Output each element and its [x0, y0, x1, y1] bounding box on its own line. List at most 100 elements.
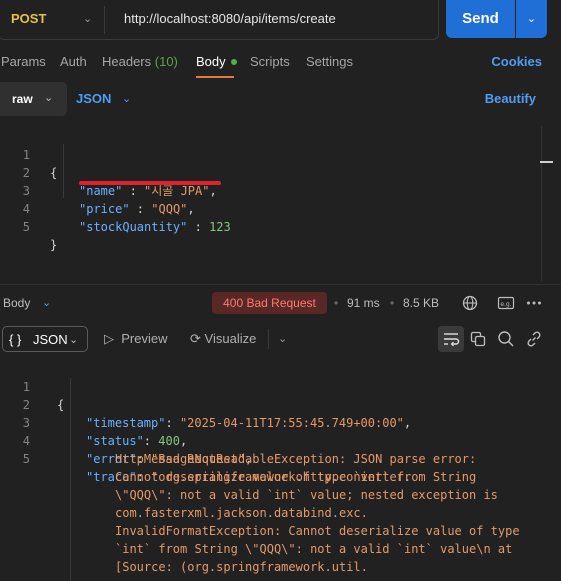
cookies-link[interactable]: Cookies	[491, 54, 542, 69]
svg-text:e.g.: e.g.	[500, 301, 511, 308]
link-icon[interactable]	[524, 329, 544, 349]
tab-scripts[interactable]: Scripts	[250, 54, 290, 69]
modified-dot-icon	[230, 58, 237, 65]
chevron-down-icon[interactable]: ⌄	[122, 92, 131, 105]
url-input[interactable]: http://localhost:8080/api/items/create	[124, 11, 336, 26]
code-line: 2 "name" : "시골 JPA",	[0, 146, 217, 198]
trace-continuation-line: \"QQQ\": not a valid `int` value; nested…	[115, 488, 498, 502]
language-select[interactable]: JSON	[76, 91, 111, 106]
response-toolbar: { } JSON ⌄ ▷ Preview ⟳ Visualize ⌄	[0, 326, 561, 352]
trace-continuation-line: Cannot deserialize value of type `int` f…	[115, 470, 477, 484]
brace-close: }	[50, 238, 58, 252]
body-mode-select[interactable]: raw ⌄	[0, 82, 67, 116]
network-globe-icon[interactable]	[460, 293, 480, 313]
play-icon: ▷	[104, 331, 114, 346]
code-line: 3 "price" : "QQQ",	[0, 164, 195, 216]
preview-button[interactable]: ▷ Preview	[104, 331, 167, 347]
response-time[interactable]: 91 ms	[347, 296, 380, 310]
code-line: 4 "stockQuantity" : 123	[0, 182, 231, 234]
tab-body[interactable]: Body	[196, 54, 237, 69]
json-separator: :	[165, 416, 180, 430]
preview-label: Preview	[121, 331, 168, 346]
response-format-label: JSON	[33, 332, 68, 347]
tab-headers[interactable]: Headers (10)	[102, 54, 178, 69]
response-header: Body ⌄ 400 Bad Request • 91 ms • 8.5 KB …	[0, 292, 561, 314]
json-separator: :	[187, 220, 210, 234]
send-button[interactable]: Send	[446, 0, 515, 38]
indent-guide	[70, 378, 71, 581]
headers-count: (10)	[154, 54, 178, 69]
brace-open: {	[50, 166, 58, 180]
pane-divider[interactable]	[0, 284, 561, 285]
save-example-icon[interactable]: e.g.	[496, 293, 516, 313]
json-comma: ,	[187, 202, 195, 216]
trace-continuation-line: InvalidFormatException: Cannot deseriali…	[115, 524, 520, 538]
method-select[interactable]: POST	[11, 11, 46, 26]
tab-headers-label: Headers	[102, 54, 152, 69]
chevron-down-icon[interactable]: ⌄	[42, 296, 51, 309]
request-body-editor[interactable]: 1 { 2 "name" : "시골 JPA", 3 "price" : "QQ…	[0, 126, 555, 281]
visualize-label: Visualize	[204, 331, 257, 346]
json-comma: ,	[403, 416, 412, 430]
more-options-icon[interactable]	[524, 293, 544, 313]
response-tab-label[interactable]: Body	[3, 296, 30, 310]
code-line: 4 "error": "Bad Request",	[0, 414, 252, 466]
chevron-down-icon[interactable]: ⌄	[278, 332, 287, 345]
brace-open: {	[57, 398, 65, 412]
visualize-button[interactable]: ⟳ Visualize	[190, 331, 256, 347]
code-line: 5 }	[0, 200, 57, 252]
code-line: 3 "status": 400,	[0, 396, 187, 448]
code-line: 1 {	[0, 360, 64, 412]
code-line: 1 {	[0, 128, 57, 180]
separator-dot: •	[334, 296, 339, 310]
response-body[interactable]: 1 { 2 "timestamp": "2025-04-11T17:55:45.…	[0, 360, 561, 581]
divider	[268, 329, 269, 349]
code-content: "stockQuantity" : 123	[79, 218, 231, 236]
trace-continuation-line: [Source: (org.springframework.util.	[115, 560, 368, 574]
tab-body-label: Body	[196, 54, 226, 69]
json-value: "시골 JPA"	[144, 184, 210, 198]
status-badge[interactable]: 400 Bad Request	[212, 292, 327, 314]
code-line: 5 "trace": "org.springframework.http.con…	[0, 432, 411, 484]
braces-icon: { }	[9, 332, 22, 347]
send-options-chevron-icon[interactable]: ⌄	[516, 0, 547, 38]
json-separator: :	[143, 434, 159, 448]
json-value: "2025-04-11T17:55:45.749+00:00"	[179, 416, 404, 430]
json-separator: :	[129, 202, 152, 216]
active-tab-indicator	[196, 76, 234, 78]
visualize-icon: ⟳	[190, 331, 201, 346]
tab-settings[interactable]: Settings	[306, 54, 353, 69]
error-underline	[79, 181, 221, 185]
beautify-button[interactable]: Beautify	[485, 91, 536, 106]
search-icon[interactable]	[496, 329, 516, 349]
json-separator: :	[122, 184, 145, 198]
json-value: "QQQ"	[151, 202, 188, 216]
code-content: "price" : "QQQ",	[79, 200, 195, 218]
response-size[interactable]: 8.5 KB	[403, 296, 439, 310]
trace-continuation-line: com.fasterxml.jackson.databind.exc.	[115, 506, 368, 520]
chevron-down-icon: ⌄	[44, 92, 54, 104]
trace-continuation-line: HttpMessageNotReadableException: JSON pa…	[115, 452, 477, 466]
tab-auth[interactable]: Auth	[60, 54, 87, 69]
code-content: "timestamp": "2025-04-11T17:55:45.749+00…	[86, 414, 411, 432]
json-comma: ,	[209, 184, 217, 198]
editor-scrollbar[interactable]	[541, 126, 555, 281]
response-format-select[interactable]: { } JSON ⌄	[2, 326, 88, 352]
divider	[104, 6, 105, 34]
json-key: "name"	[79, 184, 123, 198]
json-key: "stockQuantity"	[79, 220, 188, 234]
chevron-down-icon: ⌄	[69, 334, 79, 346]
body-mode-label: raw	[12, 92, 33, 106]
wrap-lines-icon	[444, 333, 460, 347]
chevron-down-icon[interactable]: ⌄	[83, 12, 92, 25]
json-key: "timestamp"	[86, 416, 166, 430]
json-value: 400	[158, 434, 180, 448]
copy-icon[interactable]	[468, 329, 488, 349]
line-number: 5	[22, 452, 30, 466]
code-line: 2 "timestamp": "2025-04-11T17:55:45.749+…	[0, 378, 411, 430]
tab-params[interactable]: Params	[1, 54, 46, 69]
wrap-lines-button[interactable]	[438, 326, 464, 352]
request-bar: POST ⌄ http://localhost:8080/api/items/c…	[0, 0, 561, 40]
trace-continuation-line: `int` from String \"QQQ\": not a valid `…	[115, 542, 513, 556]
separator-dot: •	[390, 296, 395, 310]
